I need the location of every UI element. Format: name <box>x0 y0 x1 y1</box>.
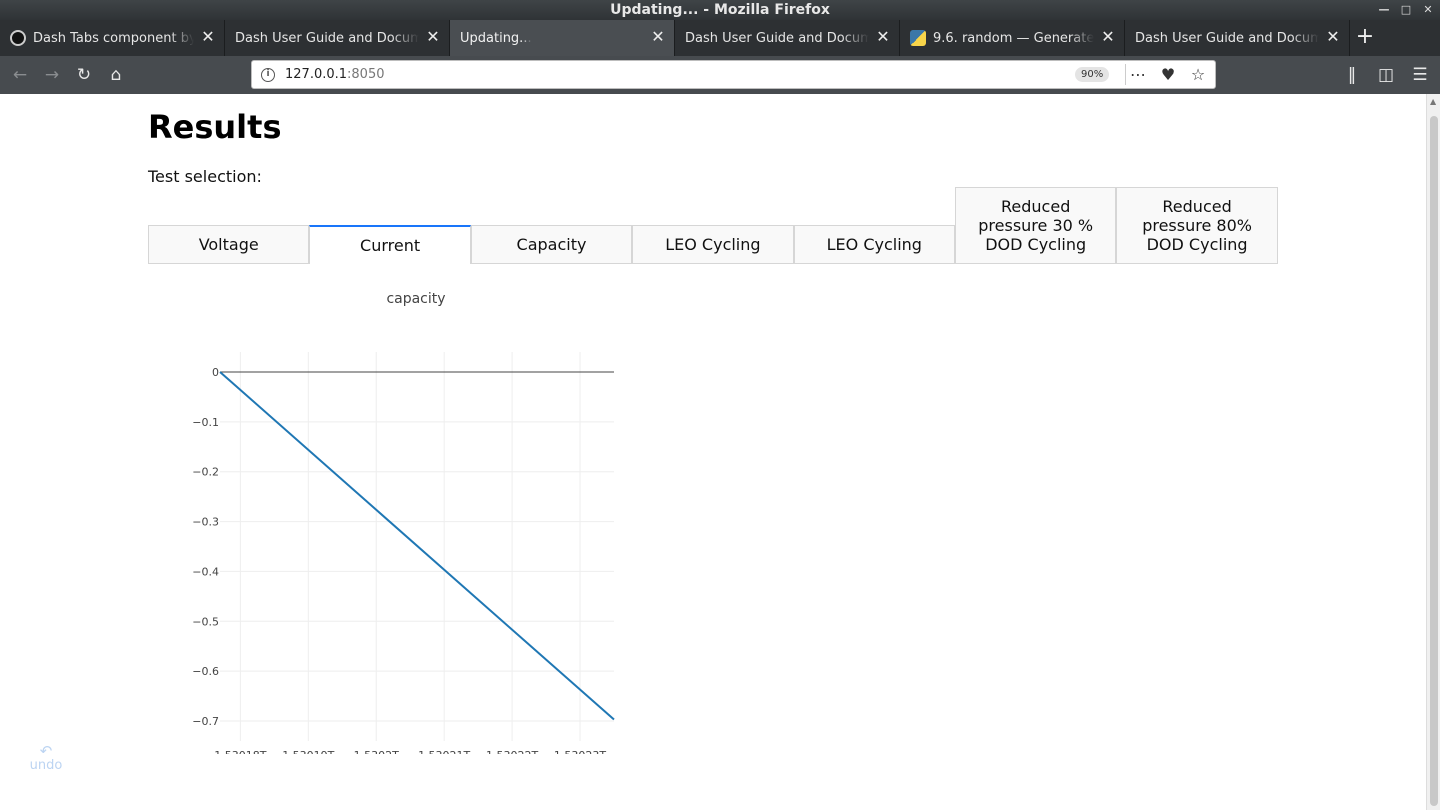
url-host: 127.0.0.1 <box>285 67 348 82</box>
browser-tab[interactable]: Dash Tabs component by c ✕ <box>0 20 225 56</box>
bookmark-star-icon[interactable]: ☆ <box>1185 63 1211 87</box>
x-tick-label: 1.53023T <box>554 749 606 754</box>
close-tab-icon[interactable]: ✕ <box>875 29 891 45</box>
tab-voltage[interactable]: Voltage <box>148 225 310 264</box>
browser-tab-label: Dash User Guide and Documen <box>685 30 869 46</box>
page-title: Results <box>148 108 282 146</box>
page-actions-icon[interactable]: ⋯ <box>1125 63 1151 87</box>
new-tab-icon[interactable]: + <box>1350 20 1380 56</box>
browser-tab[interactable]: 9.6. random — Generate p ✕ <box>900 20 1125 56</box>
y-tick-label: −0.2 <box>192 466 219 479</box>
maximize-icon[interactable]: □ <box>1400 0 1412 20</box>
tab-leo-cycling-1[interactable]: LEO Cycling <box>632 225 794 264</box>
undo-button[interactable]: ↶ undo <box>26 742 66 774</box>
y-tick-label: −0.1 <box>192 416 219 429</box>
undo-label: undo <box>29 758 63 773</box>
browser-tab[interactable]: Dash User Guide and Documen ✕ <box>675 20 900 56</box>
browser-tab[interactable]: Dash User Guide and Documen ✕ <box>1125 20 1350 56</box>
back-arrow-icon[interactable]: ← <box>4 59 36 91</box>
y-tick-label: −0.7 <box>192 715 219 728</box>
github-icon <box>10 30 26 46</box>
url-port: :8050 <box>347 67 385 82</box>
browser-tab-active[interactable]: Updating... ✕ <box>450 20 675 56</box>
scroll-up-icon[interactable]: ▲ <box>1430 97 1436 106</box>
y-tick-label: −0.5 <box>192 615 219 628</box>
url-text[interactable]: 127.0.0.1:8050 <box>285 67 385 82</box>
pocket-icon[interactable]: ♥ <box>1155 63 1181 87</box>
x-tick-label: 1.53018T <box>214 749 266 754</box>
page-scrollbar[interactable]: ▲ <box>1426 94 1440 810</box>
zoom-level-badge[interactable]: 90% <box>1075 67 1110 82</box>
browser-tab[interactable]: Dash User Guide and Documen ✕ <box>225 20 450 56</box>
scrollbar-thumb[interactable] <box>1430 116 1438 806</box>
python-icon <box>910 30 926 46</box>
page-content: Results Test selection: Voltage Current … <box>0 94 1426 810</box>
browser-tab-label: Updating... <box>460 30 532 46</box>
x-tick-label: 1.53019T <box>282 749 334 754</box>
browser-tab-label: Dash User Guide and Documen <box>235 30 419 46</box>
x-tick-label: 1.5302T <box>354 749 399 754</box>
library-icon[interactable]: ‖ <box>1338 59 1366 91</box>
close-tab-icon[interactable]: ✕ <box>1325 29 1341 45</box>
tab-reduced-pressure-30[interactable]: Reduced pressure 30 % DOD Cycling <box>955 187 1117 264</box>
browser-tab-label: Dash User Guide and Documen <box>1135 30 1319 46</box>
undo-icon: ↶ <box>39 742 53 760</box>
capacity-chart[interactable]: capacity 1.53018T 1.53019T 1.5302T 1.53021T 1… <box>148 284 688 754</box>
x-tick-label: 1.53021T <box>418 749 470 754</box>
forward-arrow-icon[interactable]: → <box>36 59 68 91</box>
close-tab-icon[interactable]: ✕ <box>425 29 441 45</box>
y-tick-label: −0.6 <box>192 665 219 678</box>
window-title: Updating... - Mozilla Firefox <box>610 2 830 18</box>
url-bar[interactable]: i 127.0.0.1:8050 90% ⋯ ♥ ☆ <box>251 60 1216 89</box>
tab-capacity[interactable]: Capacity <box>470 225 633 264</box>
chart-title: capacity <box>386 291 445 307</box>
close-tab-icon[interactable]: ✕ <box>1100 29 1116 45</box>
tab-current[interactable]: Current <box>309 225 471 264</box>
site-info-icon[interactable]: i <box>261 67 275 82</box>
browser-tab-label: Dash Tabs component by c <box>33 30 194 46</box>
x-tick-label: 1.53022T <box>486 749 538 754</box>
navigation-toolbar: ← → ↻ ⌂ i 127.0.0.1:8050 90% ⋯ ♥ ☆ ‖ ◫ ☰ <box>0 56 1440 94</box>
close-tab-icon[interactable]: ✕ <box>650 29 666 45</box>
test-selection-label: Test selection: <box>148 167 262 186</box>
sidebar-icon[interactable]: ◫ <box>1372 59 1400 91</box>
tab-reduced-pressure-80[interactable]: Reduced pressure 80% DOD Cycling <box>1116 187 1278 264</box>
close-tab-icon[interactable]: ✕ <box>200 29 216 45</box>
browser-tab-strip: Dash Tabs component by c ✕ Dash User Gui… <box>0 20 1440 56</box>
home-icon[interactable]: ⌂ <box>100 59 132 91</box>
test-tabs: Voltage Current Capacity LEO Cycling LEO… <box>148 187 1278 264</box>
tab-leo-cycling-2[interactable]: LEO Cycling <box>793 225 955 264</box>
y-tick-label: −0.4 <box>192 565 219 578</box>
reload-icon[interactable]: ↻ <box>68 59 100 91</box>
minimize-icon[interactable]: — <box>1378 0 1390 20</box>
menu-hamburger-icon[interactable]: ☰ <box>1406 59 1434 91</box>
browser-tab-label: 9.6. random — Generate p <box>933 30 1094 46</box>
y-tick-label: −0.3 <box>192 516 219 529</box>
y-tick-label: 0 <box>212 366 219 379</box>
close-window-icon[interactable]: ✕ <box>1422 0 1434 20</box>
window-title-bar: Updating... - Mozilla Firefox — □ ✕ <box>0 0 1440 20</box>
series-line <box>219 371 615 721</box>
